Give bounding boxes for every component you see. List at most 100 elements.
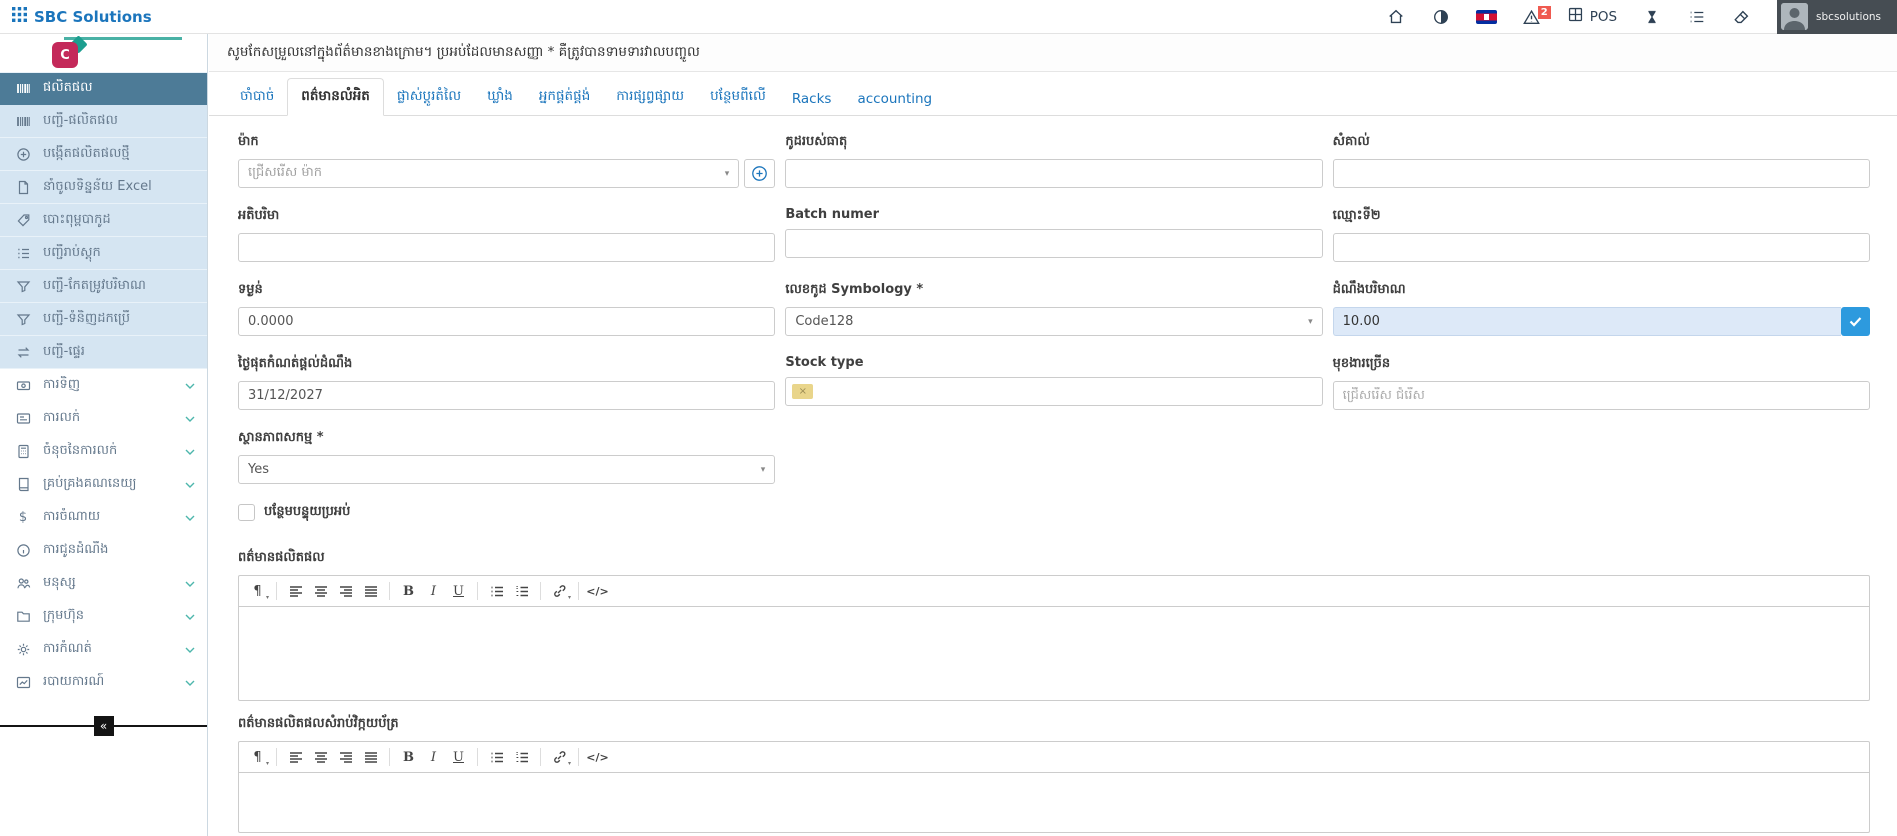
align-right-icon[interactable] xyxy=(333,580,358,602)
sidebar-item-purchases[interactable]: ការទិញ xyxy=(0,369,207,402)
sidebar-item-label: ផលិតផល xyxy=(43,79,93,98)
contrast-icon[interactable] xyxy=(1431,7,1451,27)
sidebar-item-create-product[interactable]: បង្កើតផលិតផលថ្មី xyxy=(0,138,207,171)
active-status-select[interactable]: Yes ▾ xyxy=(238,455,775,484)
add-brand-button[interactable] xyxy=(744,159,775,188)
sidebar-item-stock-count-list[interactable]: បញ្ជីរាប់ស្ដុក xyxy=(0,237,207,270)
user-menu[interactable]: sbcsolutions xyxy=(1777,0,1897,34)
align-right-icon[interactable] xyxy=(333,746,358,768)
sidebar-item-products[interactable]: ផលិតផល xyxy=(0,72,207,105)
underline-button[interactable]: U xyxy=(446,580,471,602)
product-details-editor-body[interactable] xyxy=(239,607,1869,700)
variants-label: មុខងារច្រើន xyxy=(1333,355,1870,374)
underline-button[interactable]: U xyxy=(446,746,471,768)
sidebar-item-reports[interactable]: របាយការណ៍ xyxy=(0,666,207,699)
tab-warehouse[interactable]: ឃ្លាំង xyxy=(474,79,526,115)
expiry-alert-date-input[interactable] xyxy=(238,381,775,410)
tab-racks[interactable]: Racks xyxy=(779,83,845,115)
chevron-down-icon xyxy=(185,416,195,422)
sidebar-item-people[interactable]: មនុស្ស xyxy=(0,567,207,600)
link-icon[interactable]: ▾ xyxy=(547,746,572,768)
funnel-icon xyxy=(15,278,31,294)
app-brand[interactable]: SBC Solutions xyxy=(12,7,152,26)
sidebar-item-expenses[interactable]: $ ការចំណាយ xyxy=(0,501,207,534)
sidebar-collapse-divider: « xyxy=(0,725,207,727)
align-left-icon[interactable] xyxy=(283,580,308,602)
dollar-icon: $ xyxy=(15,510,31,526)
sidebar-item-print-barcode[interactable]: បោះពុម្ពបាកូដ xyxy=(0,204,207,237)
cambodia-flag-icon[interactable] xyxy=(1476,10,1497,24)
maximum-input[interactable] xyxy=(238,233,775,262)
italic-button[interactable]: I xyxy=(421,580,446,602)
paragraph-style-button[interactable]: ¶▾ xyxy=(245,580,270,602)
symbology-select[interactable]: Code128 ▾ xyxy=(785,307,1322,336)
form-row: ស្ថានភាពសកម្ម * Yes ▾ xyxy=(238,429,1870,484)
ordered-list-icon[interactable] xyxy=(509,746,534,768)
italic-button[interactable]: I xyxy=(421,746,446,768)
sidebar-item-transfer-list[interactable]: បញ្ជី-ផ្ទេរ xyxy=(0,336,207,369)
tab-additional[interactable]: បន្ថែមពីលើ xyxy=(697,79,779,115)
tab-details[interactable]: ពត៌មានលំអិត xyxy=(287,78,384,116)
align-center-icon[interactable] xyxy=(308,580,333,602)
brand-select[interactable]: ជ្រើសរើស ម៉ាក ▾ xyxy=(238,159,739,188)
variants-input[interactable] xyxy=(1333,381,1870,410)
item-code-input[interactable] xyxy=(785,159,1322,188)
book-icon xyxy=(15,477,31,493)
link-icon[interactable]: ▾ xyxy=(547,580,572,602)
alert-quantity-checkbox[interactable] xyxy=(1841,307,1870,336)
alerts-icon[interactable]: 2 xyxy=(1522,7,1542,27)
align-center-icon[interactable] xyxy=(308,746,333,768)
sidebar-item-settings[interactable]: ការកំណត់ xyxy=(0,633,207,666)
note-input[interactable] xyxy=(1333,159,1870,188)
sidebar-item-import-excel[interactable]: នាំចូលទិន្នន័យ Excel xyxy=(0,171,207,204)
align-justify-icon[interactable] xyxy=(358,746,383,768)
alert-quantity-input[interactable]: 10.00 xyxy=(1333,307,1841,336)
weight-label: ទម្ងន់ xyxy=(238,281,775,300)
append-checkbox[interactable] xyxy=(238,504,255,521)
invoice-details-editor-body[interactable] xyxy=(239,773,1869,832)
eraser-icon[interactable] xyxy=(1732,7,1752,27)
tab-price-change[interactable]: ផ្លាស់ប្ដូរតំលៃ xyxy=(384,79,474,115)
align-left-icon[interactable] xyxy=(283,746,308,768)
second-name-input[interactable] xyxy=(1333,233,1870,262)
align-justify-icon[interactable] xyxy=(358,580,383,602)
stock-type-tag[interactable]: × xyxy=(792,384,813,399)
home-icon[interactable] xyxy=(1386,7,1406,27)
batch-number-input[interactable] xyxy=(785,229,1322,258)
unordered-list-icon[interactable] xyxy=(484,580,509,602)
code-view-button[interactable]: </> xyxy=(585,580,610,602)
tab-supplier[interactable]: អ្នកផ្គត់ផ្គង់ xyxy=(526,79,603,115)
chevron-down-icon xyxy=(185,581,195,587)
bold-button[interactable]: B xyxy=(396,580,421,602)
pos-button[interactable]: POS xyxy=(1567,6,1617,27)
code-view-button[interactable]: </> xyxy=(585,746,610,768)
remove-tag-icon[interactable]: × xyxy=(799,386,807,397)
invoice-details-editor-label: ពត៌មានផលិតផលសំរាប់វិក្កយប័ត្រ xyxy=(238,715,1870,734)
sidebar-item-product-list[interactable]: បញ្ជី-ផលិតផល xyxy=(0,105,207,138)
paragraph-style-button[interactable]: ¶▾ xyxy=(245,746,270,768)
sidebar-item-accounting[interactable]: គ្រប់គ្រងគណនេយ្យ xyxy=(0,468,207,501)
sidebar-collapse-button[interactable]: « xyxy=(94,716,114,736)
apps-grid-icon xyxy=(12,7,27,26)
tab-promotion[interactable]: ការផ្សព្វផ្សាយ xyxy=(603,79,697,115)
hourglass-icon[interactable] xyxy=(1642,7,1662,27)
unordered-list-icon[interactable] xyxy=(484,746,509,768)
tab-required[interactable]: ចាំបាច់ xyxy=(227,79,287,115)
tab-accounting[interactable]: accounting xyxy=(844,83,945,115)
sidebar-item-notifications[interactable]: ការជូនដំណឹង xyxy=(0,534,207,567)
main-content: សូមកែសម្រួលនៅក្នុងព័ត៌មានខាងក្រោម។ ប្រអប… xyxy=(209,34,1897,836)
sidebar-item-company[interactable]: ក្រុមហ៊ុន xyxy=(0,600,207,633)
sidebar-item-sales[interactable]: ការលក់ xyxy=(0,402,207,435)
stock-type-input[interactable]: × xyxy=(785,377,1322,406)
sidebar-item-damaged-goods-list[interactable]: បញ្ជី-ទំនិញដកប្រើ xyxy=(0,303,207,336)
sidebar-item-pos[interactable]: ចំនុចនៃការលក់ xyxy=(0,435,207,468)
top-navbar: SBC Solutions 2 POS xyxy=(0,0,1897,34)
chevron-down-icon: ▾ xyxy=(725,169,730,179)
bold-button[interactable]: B xyxy=(396,746,421,768)
app-root: SBC Solutions 2 POS xyxy=(0,0,1897,836)
sidebar-item-label: បញ្ជី-កែតម្រូវបរិមាណ xyxy=(43,277,146,296)
task-list-icon[interactable] xyxy=(1687,7,1707,27)
ordered-list-icon[interactable] xyxy=(509,580,534,602)
weight-input[interactable] xyxy=(238,307,775,336)
sidebar-item-quantity-adjustment-list[interactable]: បញ្ជី-កែតម្រូវបរិមាណ xyxy=(0,270,207,303)
